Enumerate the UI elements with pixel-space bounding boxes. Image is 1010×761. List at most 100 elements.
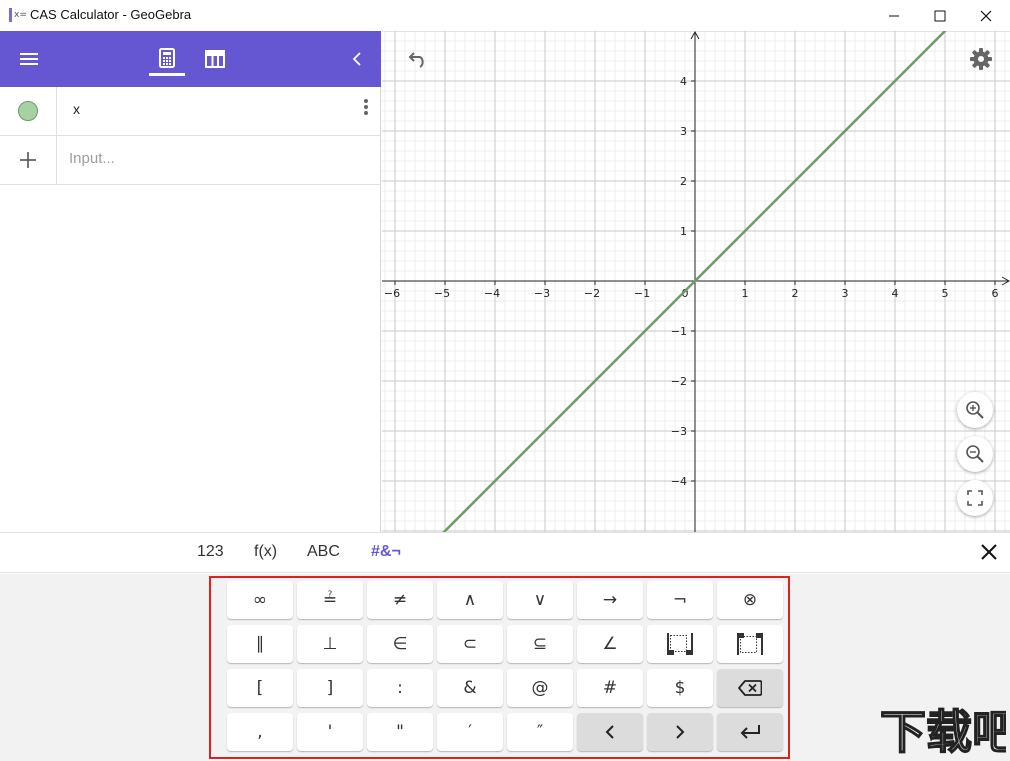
x-tick-label: 5 [942, 287, 949, 300]
menu-button[interactable] [17, 48, 41, 70]
zoom-out-button[interactable] [957, 436, 993, 472]
watermark-text: 下载吧 [880, 705, 1006, 758]
key-cursor-right[interactable] [647, 713, 713, 751]
backspace-icon [738, 680, 762, 696]
key-enter[interactable] [717, 713, 783, 751]
key-ampersand[interactable]: & [437, 669, 503, 707]
key-dollar[interactable]: $ [647, 669, 713, 707]
calculator-icon [159, 48, 175, 68]
gear-icon [970, 48, 992, 70]
algebra-expression[interactable]: x [73, 101, 80, 117]
fullscreen-icon [967, 490, 983, 506]
keyboard-tab-letters[interactable]: ABC [307, 543, 340, 561]
algebra-row[interactable]: x [0, 87, 381, 136]
close-window-button[interactable] [963, 0, 1009, 31]
x-tick-label: −2 [584, 287, 600, 300]
keyboard-tab-functions[interactable]: f(x) [254, 543, 277, 561]
minimize-button[interactable] [871, 0, 917, 31]
key-superscript[interactable] [717, 625, 783, 663]
key-infinity[interactable]: ∞ [227, 581, 293, 619]
key-element-of[interactable]: ∈ [367, 625, 433, 663]
y-tick-label: −3 [671, 425, 687, 438]
key-and[interactable]: ∧ [437, 581, 503, 619]
y-tick-label: 2 [680, 175, 687, 188]
x-tick-label: 3 [842, 287, 849, 300]
key-not[interactable]: ¬ [647, 581, 713, 619]
key-right-bracket[interactable]: ] [297, 669, 363, 707]
keyboard-tab-numbers[interactable]: 123 [197, 543, 224, 561]
key-tensor-product[interactable]: ⊗ [717, 581, 783, 619]
y-tick-label: 4 [680, 75, 687, 88]
maximize-icon [934, 10, 946, 21]
geogebra-window: x= CAS Calculator - GeoGebra x Input... … [0, 0, 1010, 761]
x-tick-label: 2 [792, 287, 799, 300]
visibility-toggle[interactable] [0, 87, 57, 135]
x-tick-label: 1 [742, 287, 749, 300]
algebra-input[interactable]: Input... [69, 150, 115, 167]
key-implies[interactable]: → [577, 581, 643, 619]
graphics-settings-button[interactable] [967, 45, 995, 73]
key-subset-equal[interactable]: ⊆ [507, 625, 573, 663]
watermark-logo-icon: 下载吧 [879, 704, 1010, 760]
y-tick-label: 1 [680, 225, 687, 238]
key-backspace[interactable] [717, 669, 783, 707]
key-double-quote[interactable]: " [367, 713, 433, 751]
close-keyboard-button[interactable] [978, 541, 1000, 563]
x-tick-label: −1 [634, 287, 650, 300]
y-tick-label: 3 [680, 125, 687, 138]
visibility-marble-icon [18, 101, 38, 121]
chevron-left-icon [352, 52, 361, 66]
add-button[interactable] [0, 136, 57, 184]
zoom-in-icon [966, 401, 984, 419]
maximize-button[interactable] [917, 0, 963, 31]
key-question-equal[interactable]: ≟ [297, 581, 363, 619]
graph-canvas[interactable]: −6 −5 −4 −3 −2 −1 0 1 2 3 4 5 61234−1−2−3−4 [382, 31, 1010, 532]
geogebra-cas-app-icon: x= [9, 8, 27, 22]
x-tick-label: −3 [534, 287, 550, 300]
key-subscript[interactable] [647, 625, 713, 663]
close-icon [981, 544, 997, 560]
key-prime[interactable]: ′ [437, 713, 503, 751]
x-tick-label: −6 [384, 287, 400, 300]
key-colon[interactable]: : [367, 669, 433, 707]
key-perpendicular[interactable]: ⊥ [297, 625, 363, 663]
fullscreen-button[interactable] [957, 480, 993, 516]
table-icon [205, 50, 225, 68]
undo-button[interactable] [403, 48, 433, 72]
key-cursor-left[interactable] [577, 713, 643, 751]
key-comma[interactable]: , [227, 713, 293, 751]
zoom-in-button[interactable] [957, 392, 993, 428]
tab-table[interactable] [203, 47, 227, 71]
x-tick-label: 4 [892, 287, 899, 300]
chevron-left-icon [605, 725, 614, 739]
superscript-icon [737, 633, 763, 655]
hamburger-menu-icon [20, 53, 38, 65]
graphics-view[interactable]: −6 −5 −4 −3 −2 −1 0 1 2 3 4 5 6 1 2 3 4 −1 −2 −3 −4 [382, 31, 1010, 532]
tab-algebra[interactable] [155, 45, 179, 71]
key-not-equal[interactable]: ≠ [367, 581, 433, 619]
key-apostrophe[interactable]: ' [297, 713, 363, 751]
key-double-prime[interactable]: ″ [507, 713, 573, 751]
y-tick-label: −1 [671, 325, 687, 338]
undo-icon [408, 52, 424, 68]
key-or[interactable]: ∨ [507, 581, 573, 619]
algebra-input-row[interactable]: Input... [0, 136, 381, 185]
key-subset[interactable]: ⊂ [437, 625, 503, 663]
algebra-panel: x Input... [0, 31, 381, 532]
more-options-button[interactable] [363, 97, 369, 117]
active-tab-indicator [149, 73, 185, 76]
key-left-bracket[interactable]: [ [227, 669, 293, 707]
plus-icon [20, 152, 36, 168]
kebab-icon [364, 99, 368, 103]
zoom-out-icon [966, 445, 984, 463]
key-at[interactable]: @ [507, 669, 573, 707]
key-parallel[interactable]: ∥ [227, 625, 293, 663]
key-hash[interactable]: # [577, 669, 643, 707]
keyboard-tab-symbols[interactable]: #&¬ [371, 543, 401, 561]
collapse-panel-button[interactable] [348, 49, 366, 69]
enter-icon [740, 725, 760, 739]
site-watermark: 下载吧 [876, 702, 1010, 760]
key-angle[interactable]: ∠ [577, 625, 643, 663]
minimize-icon [889, 15, 899, 16]
y-tick-label: −4 [671, 475, 687, 488]
